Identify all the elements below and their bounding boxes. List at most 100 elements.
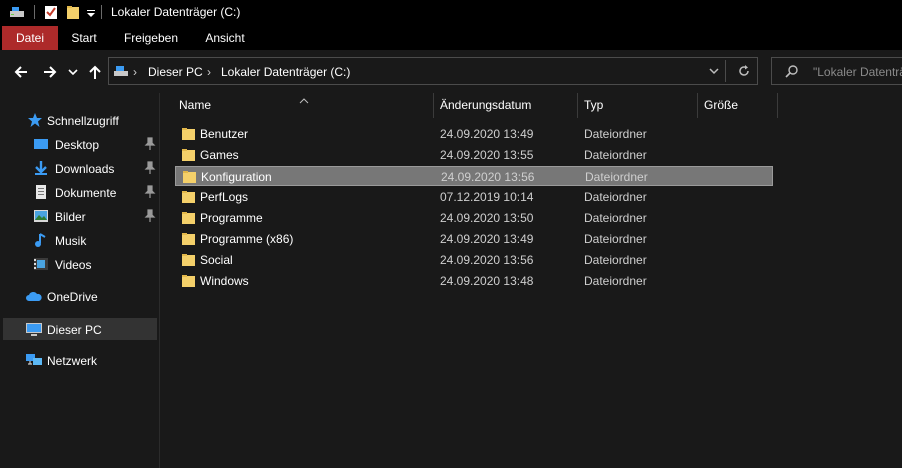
nav-item-desktop[interactable]: Desktop — [3, 133, 157, 155]
file-date: 24.09.2020 13:56 — [440, 253, 534, 267]
file-row[interactable]: Programme 24.09.2020 13:50 Dateiordner — [175, 208, 773, 228]
file-row[interactable]: PerfLogs 07.12.2019 10:14 Dateiordner — [175, 187, 773, 207]
nav-item-dokumente[interactable]: Dokumente — [3, 181, 157, 203]
nav-item-label: Videos — [55, 258, 92, 272]
breadcrumb-lokaler-datentraeger[interactable]: Lokaler Datenträger (C:) — [221, 65, 350, 79]
file-name: Windows — [200, 274, 249, 288]
pin-icon[interactable] — [144, 161, 156, 175]
nav-item-label: Bilder — [55, 210, 86, 224]
tab-freigeben[interactable]: Freigeben — [110, 26, 192, 50]
file-name: Games — [200, 148, 239, 162]
file-name: Benutzer — [200, 127, 249, 141]
nav-item-onedrive[interactable]: OneDrive — [3, 285, 157, 307]
music-icon — [33, 232, 49, 248]
recent-locations-chevron-icon[interactable] — [66, 62, 80, 82]
computer-icon — [25, 321, 42, 337]
folder-icon — [182, 232, 196, 246]
folder-icon — [182, 274, 196, 288]
tab-datei[interactable]: Datei — [2, 26, 58, 50]
file-date: 24.09.2020 13:56 — [441, 170, 535, 184]
file-row[interactable]: Windows 24.09.2020 13:48 Dateiordner — [175, 271, 773, 291]
file-name: PerfLogs — [200, 190, 249, 204]
folder-icon — [182, 253, 196, 267]
column-header-date[interactable]: Änderungsdatum — [440, 98, 531, 112]
pin-icon[interactable] — [144, 185, 156, 199]
star-icon — [27, 112, 43, 128]
file-date: 24.09.2020 13:50 — [440, 211, 534, 225]
navigation-pane: Schnellzugriff Desktop Downloads Dokumen… — [0, 93, 160, 468]
file-name: Programme (x86) — [200, 232, 294, 246]
column-header-name[interactable]: Name — [179, 98, 211, 112]
file-row[interactable]: Games 24.09.2020 13:55 Dateiordner — [175, 145, 773, 165]
title-bar: Lokaler Datenträger (C:) — [0, 0, 902, 26]
search-field[interactable]: "Lokaler Datenträ — [771, 57, 902, 85]
folder-icon — [183, 170, 197, 184]
file-date: 24.09.2020 13:49 — [440, 127, 534, 141]
folder-icon — [182, 127, 196, 141]
file-date: 24.09.2020 13:55 — [440, 148, 534, 162]
file-type: Dateiordner — [584, 274, 647, 288]
file-row[interactable]: Konfiguration 24.09.2020 13:56 Dateiordner — [175, 166, 773, 186]
properties-icon[interactable] — [43, 3, 59, 21]
desktop-icon — [33, 136, 49, 152]
drive-icon[interactable] — [8, 3, 26, 21]
file-row[interactable]: Programme (x86) 24.09.2020 13:49 Dateiordn… — [175, 229, 773, 249]
nav-item-quick-access[interactable]: Schnellzugriff — [3, 109, 157, 131]
ribbon-tabs: Datei Start Freigeben Ansicht — [0, 26, 902, 50]
file-name: Social — [200, 253, 233, 267]
nav-item-label: Netzwerk — [47, 354, 98, 368]
nav-item-musik[interactable]: Musik — [3, 229, 157, 251]
file-list-pane: Name Änderungsdatum Typ Größe Benutzer 24… — [161, 93, 902, 468]
back-arrow-icon[interactable] — [11, 62, 31, 82]
refresh-icon[interactable] — [736, 63, 752, 82]
search-icon — [784, 64, 800, 83]
video-icon — [33, 256, 49, 272]
network-icon — [25, 352, 42, 368]
up-arrow-icon[interactable] — [85, 62, 105, 82]
onedrive-cloud-icon — [25, 288, 42, 304]
nav-item-label: Dieser PC — [47, 323, 102, 337]
document-icon — [33, 184, 49, 200]
folder-icon — [182, 148, 196, 162]
file-type: Dateiordner — [584, 127, 647, 141]
column-header-size[interactable]: Größe — [704, 98, 738, 112]
forward-arrow-icon[interactable] — [40, 62, 60, 82]
file-type: Dateiordner — [584, 148, 647, 162]
nav-item-bilder[interactable]: Bilder — [3, 205, 157, 227]
search-placeholder: "Lokaler Datenträ — [813, 65, 902, 79]
nav-item-label: Downloads — [55, 162, 115, 176]
pin-icon[interactable] — [144, 137, 156, 151]
breadcrumb-separator: › — [133, 65, 137, 79]
new-folder-icon[interactable] — [66, 3, 82, 21]
address-history-chevron-icon[interactable] — [707, 64, 721, 81]
download-icon — [33, 160, 49, 176]
file-type: Dateiordner — [584, 253, 647, 267]
sort-ascending-caret-icon — [299, 93, 309, 107]
nav-item-netzwerk[interactable]: Netzwerk — [3, 349, 157, 371]
breadcrumb-separator: › — [207, 65, 211, 79]
address-bar[interactable]: › Dieser PC › Lokaler Datenträger (C:) — [108, 57, 758, 85]
pin-icon[interactable] — [144, 209, 156, 223]
nav-item-label: Schnellzugriff — [47, 114, 119, 128]
file-date: 24.09.2020 13:48 — [440, 274, 534, 288]
file-type: Dateiordner — [584, 211, 647, 225]
tab-ansicht[interactable]: Ansicht — [192, 26, 258, 50]
customize-quick-access-icon[interactable] — [86, 3, 96, 21]
folder-icon — [182, 190, 196, 204]
window-title: Lokaler Datenträger (C:) — [111, 5, 241, 19]
nav-item-downloads[interactable]: Downloads — [3, 157, 157, 179]
file-row[interactable]: Benutzer 24.09.2020 13:49 Dateiordner — [175, 124, 773, 144]
nav-item-label: Desktop — [55, 138, 100, 152]
file-date: 07.12.2019 10:14 — [440, 190, 534, 204]
column-header-type[interactable]: Typ — [584, 98, 603, 112]
nav-item-label: Dokumente — [55, 186, 117, 200]
nav-item-dieser-pc[interactable]: Dieser PC — [3, 318, 157, 340]
file-type: Dateiordner — [584, 232, 647, 246]
file-row[interactable]: Social 24.09.2020 13:56 Dateiordner — [175, 250, 773, 270]
this-pc-small-icon — [113, 63, 131, 82]
nav-item-videos[interactable]: Videos — [3, 253, 157, 275]
tab-start[interactable]: Start — [58, 26, 110, 50]
file-name: Programme — [200, 211, 263, 225]
file-date: 24.09.2020 13:49 — [440, 232, 534, 246]
breadcrumb-dieser-pc[interactable]: Dieser PC — [148, 65, 203, 79]
